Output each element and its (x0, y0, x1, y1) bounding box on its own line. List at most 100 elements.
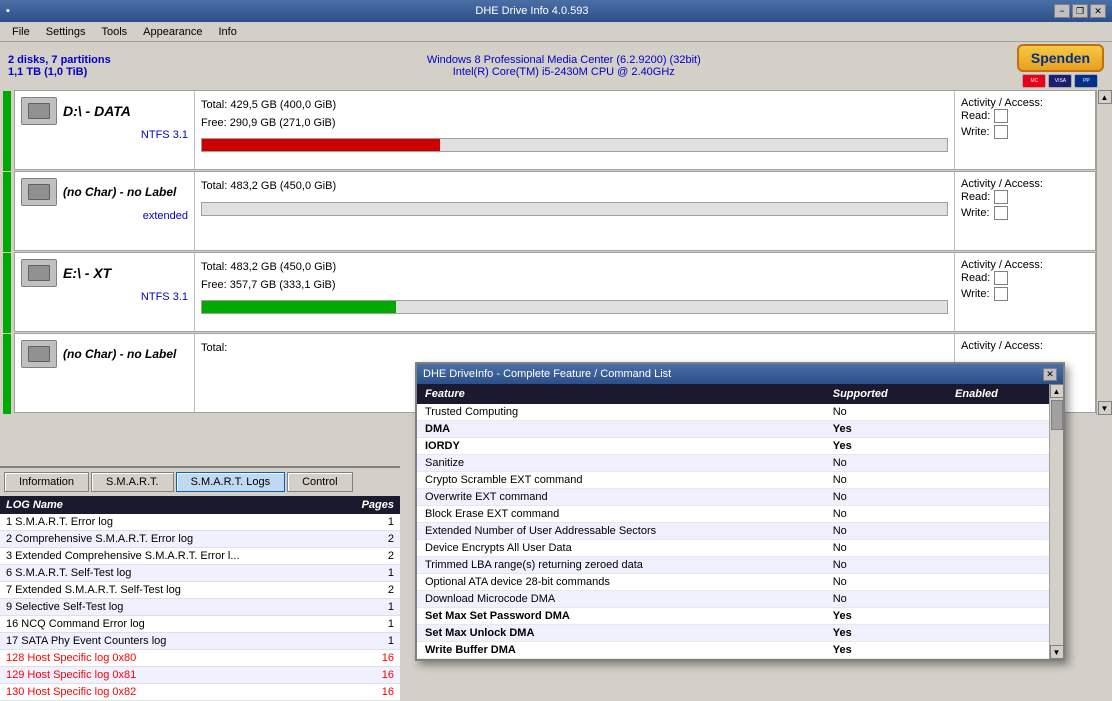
drive-total-4: Total: (201, 340, 948, 358)
feature-supported-2: Yes (825, 438, 947, 455)
log-row-name-7: 17 SATA Phy Event Counters log (0, 633, 340, 650)
log-table-row-7[interactable]: 17 SATA Phy Event Counters log1 (0, 633, 400, 650)
read-checkbox-2[interactable] (994, 190, 1008, 204)
feature-scroll-thumb[interactable] (1051, 400, 1063, 430)
log-row-name-10: 130 Host Specific log 0x82 (0, 684, 340, 701)
log-row-pages-10: 16 (340, 684, 400, 701)
write-checkbox-2[interactable] (994, 206, 1008, 220)
restore-button[interactable]: ❐ (1072, 4, 1088, 18)
activity-label-2: Activity / Access: (961, 178, 1089, 190)
feature-enabled-5 (947, 489, 1049, 506)
write-label-1: Write: (961, 126, 990, 138)
read-checkbox-3[interactable] (994, 271, 1008, 285)
feature-row-5: Overwrite EXT commandNo (417, 489, 1049, 506)
drive-icon-row-2: (no Char) - no Label (21, 178, 176, 206)
log-table-row-6[interactable]: 16 NCQ Command Error log1 (0, 616, 400, 633)
feature-supported-7: No (825, 523, 947, 540)
feature-name-12: Set Max Set Password DMA (417, 608, 825, 625)
feature-enabled-9 (947, 557, 1049, 574)
donate-section: Spenden MC VISA PP (1017, 44, 1104, 88)
feature-enabled-12 (947, 608, 1049, 625)
log-table-row-10[interactable]: 130 Host Specific log 0x8216 (0, 684, 400, 701)
drive-total-2: Total: 483,2 GB (450,0 GiB) (201, 178, 948, 196)
log-row-pages-5: 1 (340, 599, 400, 616)
feature-row-9: Trimmed LBA range(s) returning zeroed da… (417, 557, 1049, 574)
drive-icon-row-3: E:\ - XT (21, 259, 111, 287)
feature-name-4: Crypto Scramble EXT command (417, 472, 825, 489)
tab-control[interactable]: Control (287, 472, 352, 492)
feature-row-11: Download Microcode DMANo (417, 591, 1049, 608)
drive-bar-1 (201, 138, 948, 152)
feature-enabled-10 (947, 574, 1049, 591)
read-label-2: Read: (961, 191, 990, 203)
tab-information[interactable]: Information (4, 472, 89, 492)
log-row-pages-0: 1 (340, 514, 400, 531)
feature-col-supported: Supported (825, 384, 947, 404)
log-table-row-0[interactable]: 1 S.M.A.R.T. Error log1 (0, 514, 400, 531)
feature-row-8: Device Encrypts All User DataNo (417, 540, 1049, 557)
read-checkbox-1[interactable] (994, 109, 1008, 123)
cpu-info: Intel(R) Core(TM) i5-2430M CPU @ 2.40GHz (427, 66, 701, 78)
menu-appearance[interactable]: Appearance (135, 24, 210, 40)
drive-row-3: E:\ - XT NTFS 3.1 Total: 483,2 GB (450,0… (14, 252, 1096, 332)
tab-smart-logs[interactable]: S.M.A.R.T. Logs (176, 472, 285, 492)
read-row-2: Read: (961, 190, 1089, 204)
tab-smart[interactable]: S.M.A.R.T. (91, 472, 174, 492)
left-indicators (0, 90, 14, 415)
scroll-up-arrow[interactable]: ▲ (1098, 90, 1112, 104)
log-row-name-2: 3 Extended Comprehensive S.M.A.R.T. Erro… (0, 548, 340, 565)
log-table-row-4[interactable]: 7 Extended S.M.A.R.T. Self-Test log2 (0, 582, 400, 599)
minimize-button[interactable]: − (1054, 4, 1070, 18)
feature-enabled-13 (947, 625, 1049, 642)
feature-row-0: Trusted ComputingNo (417, 404, 1049, 421)
feature-supported-5: No (825, 489, 947, 506)
write-checkbox-3[interactable] (994, 287, 1008, 301)
log-row-pages-8: 16 (340, 650, 400, 667)
menu-file[interactable]: File (4, 24, 38, 40)
scroll-down-arrow[interactable]: ▼ (1098, 401, 1112, 415)
log-row-pages-7: 1 (340, 633, 400, 650)
drive-info-3: Total: 483,2 GB (450,0 GiB) Free: 357,7 … (195, 253, 955, 331)
drive-bar-3 (201, 300, 948, 314)
log-table-row-1[interactable]: 2 Comprehensive S.M.A.R.T. Error log2 (0, 531, 400, 548)
drive-label-3: E:\ - XT NTFS 3.1 (15, 253, 195, 331)
title-bar: ▪ DHE Drive Info 4.0.593 − ❐ ✕ (0, 0, 1112, 22)
popup-title: DHE DriveInfo - Complete Feature / Comma… (423, 368, 671, 380)
spenden-button[interactable]: Spenden (1017, 44, 1104, 72)
feature-scrollbar[interactable]: ▲ ▼ (1049, 384, 1063, 659)
feature-supported-9: No (825, 557, 947, 574)
log-table-row-8[interactable]: 128 Host Specific log 0x8016 (0, 650, 400, 667)
feature-supported-4: No (825, 472, 947, 489)
hdd-icon-1 (21, 97, 57, 125)
log-table-row-9[interactable]: 129 Host Specific log 0x8116 (0, 667, 400, 684)
hdd-icon-2 (21, 178, 57, 206)
feature-table-container: Feature Supported Enabled Trusted Comput… (417, 384, 1049, 659)
drive-name-3: E:\ - XT (63, 265, 111, 281)
drive-indicator-4 (3, 334, 11, 414)
drive-name-1: D:\ - DATA (63, 103, 131, 119)
feature-supported-1: Yes (825, 421, 947, 438)
write-checkbox-1[interactable] (994, 125, 1008, 139)
menu-tools[interactable]: Tools (93, 24, 135, 40)
main-scrollbar[interactable]: ▲ ▼ (1096, 90, 1112, 415)
close-button[interactable]: ✕ (1090, 4, 1106, 18)
info-bar: 2 disks, 7 partitions 1,1 TB (1,0 TiB) W… (0, 42, 1112, 90)
feature-table: Feature Supported Enabled Trusted Comput… (417, 384, 1049, 659)
menu-info[interactable]: Info (211, 24, 245, 40)
log-table-row-5[interactable]: 9 Selective Self-Test log1 (0, 599, 400, 616)
drive-fs-2: extended (21, 210, 188, 222)
menu-settings[interactable]: Settings (38, 24, 94, 40)
payment-icons: MC VISA PP (1022, 74, 1098, 88)
feature-row-3: SanitizeNo (417, 455, 1049, 472)
feature-enabled-3 (947, 455, 1049, 472)
drive-activity-1: Activity / Access: Read: Write: (955, 91, 1095, 169)
feature-name-9: Trimmed LBA range(s) returning zeroed da… (417, 557, 825, 574)
log-table-row-2[interactable]: 3 Extended Comprehensive S.M.A.R.T. Erro… (0, 548, 400, 565)
feature-name-1: DMA (417, 421, 825, 438)
feature-name-0: Trusted Computing (417, 404, 825, 421)
popup-close-button[interactable]: ✕ (1043, 368, 1057, 381)
log-table-row-3[interactable]: 6 S.M.A.R.T. Self-Test log1 (0, 565, 400, 582)
feature-scroll-down[interactable]: ▼ (1050, 645, 1064, 659)
write-label-3: Write: (961, 288, 990, 300)
feature-scroll-up[interactable]: ▲ (1050, 384, 1064, 398)
